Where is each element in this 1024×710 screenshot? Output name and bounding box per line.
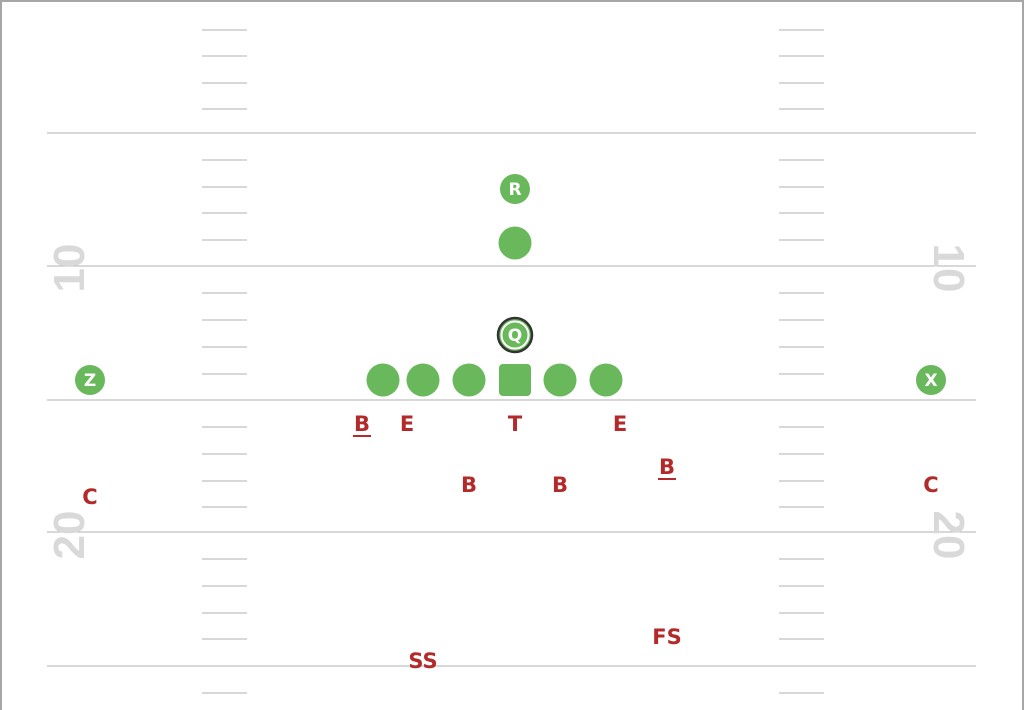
- defense-tackle: T: [508, 412, 523, 436]
- offense-running-back: R: [500, 174, 530, 204]
- offense-center: [499, 364, 531, 396]
- offense-marker-circle: [406, 363, 440, 397]
- offense-lineman-5: [589, 363, 623, 397]
- defense-corner-left: C: [82, 485, 97, 509]
- hash-marks: [202, 29, 824, 694]
- defense-label: B: [552, 473, 568, 497]
- offense-marker-circle: [366, 363, 400, 397]
- offense-receiver-z: Z: [75, 365, 105, 395]
- defense-label: SS: [408, 649, 437, 673]
- defense-label: C: [923, 473, 938, 497]
- offense-lineman-3: [452, 363, 486, 397]
- offense-fullback: [498, 226, 532, 260]
- field-svg: 10 10 20 20 Z Q R X B E T E B B B C C SS FS: [45, 29, 976, 694]
- defense-label: B: [354, 412, 370, 436]
- defense-end-left: E: [400, 412, 414, 436]
- yard-number-right-20: 20: [924, 511, 973, 560]
- yard-number-left-10: 10: [45, 244, 94, 293]
- offense-lineman-1: [366, 363, 400, 397]
- offense-marker-circle: [589, 363, 623, 397]
- defense-label: B: [461, 473, 477, 497]
- yard-numbers: 10 10 20 20: [45, 244, 973, 560]
- defense-strong-safety: SS: [408, 649, 437, 673]
- defense-label: B: [659, 455, 675, 479]
- defense-label: FS: [652, 625, 681, 649]
- offense-label: Q: [508, 326, 522, 346]
- defense-linebacker-inside-right: B: [552, 473, 568, 497]
- offense-label: R: [508, 180, 521, 200]
- yard-number-left-20: 20: [45, 511, 94, 560]
- offense-marker-circle: [498, 226, 532, 260]
- defense-label: C: [82, 485, 97, 509]
- defense-label: T: [508, 412, 523, 436]
- offense-marker-square: [499, 364, 531, 396]
- play-diagram-field: 10 10 20 20 Z Q R X B E T E B B B C C SS FS: [0, 0, 1024, 710]
- defense-linebacker-inside-left: B: [461, 473, 477, 497]
- offense-label: X: [924, 371, 937, 391]
- offense-marker-circle: [543, 363, 577, 397]
- offense-lineman-2: [406, 363, 440, 397]
- defense-formation: B E T E B B B C C SS FS: [82, 412, 938, 673]
- defense-linebacker-left: B: [353, 412, 371, 437]
- offense-label: Z: [84, 371, 96, 391]
- offense-quarterback: Q: [496, 316, 534, 354]
- yard-number-right-10: 10: [924, 244, 973, 293]
- yard-lines: [47, 132, 976, 667]
- defense-end-right: E: [613, 412, 627, 436]
- defense-linebacker-right: B: [658, 455, 676, 480]
- defense-free-safety: FS: [652, 625, 681, 649]
- defense-label: E: [400, 412, 414, 436]
- defense-label: E: [613, 412, 627, 436]
- offense-marker-circle: [452, 363, 486, 397]
- offense-formation: Z Q R X: [75, 174, 946, 397]
- defense-corner-right: C: [923, 473, 938, 497]
- offense-receiver-x: X: [916, 365, 946, 395]
- offense-lineman-4: [543, 363, 577, 397]
